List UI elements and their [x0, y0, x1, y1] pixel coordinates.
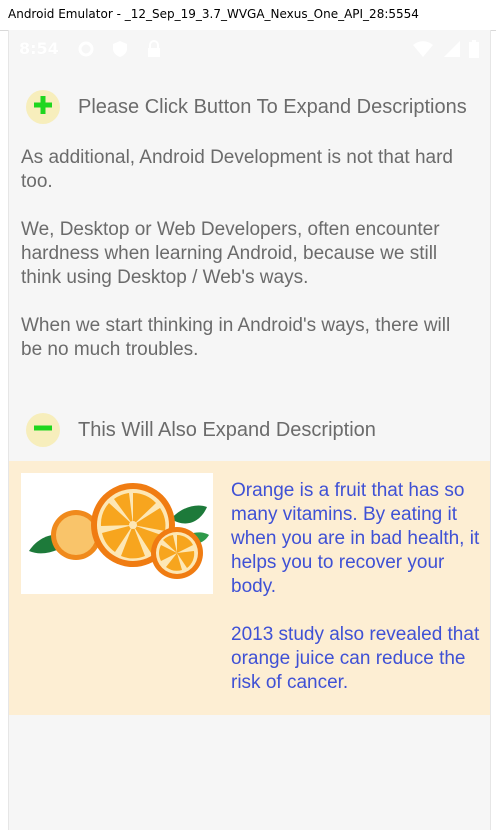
expand-button[interactable] [26, 90, 60, 124]
gear-icon [77, 40, 95, 58]
expanded-panel: Orange is a fruit that has so many vitam… [9, 461, 490, 715]
orange-description: Orange is a fruit that has so many vitam… [231, 479, 481, 719]
section-title: This Will Also Expand Description [78, 418, 376, 441]
device-screen: 8:54 Please Click Button To Expand Descr… [8, 30, 491, 830]
orange-paragraph: 2013 study also revealed that orange jui… [231, 624, 480, 693]
description-paragraph: When we start thinking in Android's ways… [21, 315, 451, 360]
signal-icon [443, 40, 461, 58]
orange-paragraph: Orange is a fruit that has so many vitam… [231, 480, 480, 597]
minus-icon [33, 418, 53, 443]
orange-fruit-image [21, 473, 213, 594]
collapse-button[interactable] [26, 413, 60, 447]
expand-row-descriptions[interactable]: Please Click Button To Expand Descriptio… [9, 87, 490, 127]
emulator-title-bar: Android Emulator - _12_Sep_19_3.7_WVGA_N… [0, 0, 496, 31]
status-bar: 8:54 [9, 30, 490, 70]
lock-icon [145, 40, 163, 58]
status-time: 8:54 [19, 39, 59, 58]
shield-icon [111, 40, 129, 58]
wifi-icon [413, 40, 433, 58]
description-text: As additional, Android Development is no… [21, 146, 471, 386]
plus-icon [33, 95, 53, 120]
window-title: Android Emulator - _12_Sep_19_3.7_WVGA_N… [8, 7, 419, 21]
description-paragraph: As additional, Android Development is no… [21, 147, 453, 192]
section-title: Please Click Button To Expand Descriptio… [78, 95, 467, 118]
expand-row-also[interactable]: This Will Also Expand Description [9, 410, 490, 450]
description-paragraph: We, Desktop or Web Developers, often enc… [21, 219, 440, 288]
battery-icon [469, 40, 479, 58]
